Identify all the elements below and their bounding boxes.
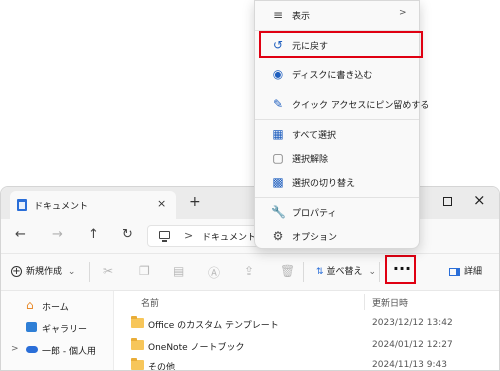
column-divider[interactable] (364, 294, 365, 310)
back-button[interactable]: ← (15, 227, 26, 243)
gear-icon: ⚙ (272, 229, 284, 243)
toolbar-divider (379, 262, 380, 282)
invert-selection-icon: ▩ (272, 175, 284, 189)
up-button[interactable]: ↑ (88, 227, 99, 243)
sidebar-item-label: ホーム (42, 303, 69, 313)
column-header-date[interactable]: 更新日時 (372, 296, 408, 309)
rename-icon[interactable]: Ⓐ (208, 264, 220, 281)
file-row[interactable]: その他 2024/11/13 9:43 (114, 355, 499, 371)
menu-item-label: ディスクに書き込む (292, 71, 373, 81)
menu-separator (255, 197, 419, 198)
file-explorer-window: ドキュメント × + × ← → ↑ ↻ > ドキュメント > +新規作成 ⌄ … (0, 186, 500, 371)
file-row[interactable]: OneNote ノートブック 2024/01/12 12:27 (114, 335, 499, 357)
chevron-right-icon[interactable]: > (11, 344, 19, 354)
folder-icon (131, 316, 144, 328)
file-row[interactable]: Office のカスタム テンプレート 2023/12/12 13:42 (114, 313, 499, 335)
menu-item-label: 選択解除 (292, 155, 329, 165)
folder-icon (131, 358, 144, 370)
file-name: その他 (148, 363, 176, 371)
sort-button-label: 並べ替え (326, 267, 363, 277)
chevron-right-icon: > (399, 8, 407, 18)
sort-icon: ⇅ (316, 267, 324, 277)
new-button-label: 新規作成 (26, 267, 63, 277)
wrench-icon: 🔧 (271, 205, 286, 219)
plus-icon: + (11, 266, 22, 277)
forward-button[interactable]: → (52, 227, 63, 243)
file-date: 2023/12/12 13:42 (372, 318, 453, 328)
sidebar-item-onedrive[interactable]: > 一郎 - 個人用 (1, 339, 113, 361)
column-header-name[interactable]: 名前 (141, 296, 159, 309)
menu-item-pin[interactable]: ✎ クイック アクセスにピン留めする (259, 92, 429, 116)
copy-icon[interactable]: ❐ (139, 264, 150, 278)
details-pane-icon (449, 267, 460, 276)
cut-icon[interactable]: ✂ (103, 264, 113, 278)
menu-item-invert-selection[interactable]: ▩ 選択の切り替え (259, 170, 415, 194)
menu-item-options[interactable]: ⚙ オプション (259, 224, 415, 248)
new-tab-button[interactable]: + (189, 195, 201, 209)
sidebar-item-label: 一郎 - 個人用 (42, 347, 96, 357)
file-name: OneNote ノートブック (148, 343, 245, 353)
navigation-bar: ← → ↑ ↻ > ドキュメント > (1, 219, 499, 253)
details-pane-button[interactable]: 詳細 (449, 264, 482, 277)
file-date: 2024/11/13 9:43 (372, 360, 447, 370)
maximize-icon[interactable] (443, 197, 452, 206)
onedrive-cloud-icon (26, 346, 38, 353)
menu-item-burn[interactable]: ◉ ディスクに書き込む (259, 62, 415, 86)
select-none-icon: ▢ (272, 151, 284, 165)
menu-item-label: オプション (292, 233, 338, 243)
menu-item-label: クイック アクセスにピン留めする (292, 101, 430, 111)
sidebar-item-home[interactable]: ⌂ ホーム (1, 295, 113, 317)
file-name: Office のカスタム テンプレート (148, 321, 279, 331)
pin-icon: ✎ (272, 97, 284, 111)
menu-item-label: すべて選択 (292, 131, 337, 141)
close-tab-icon[interactable]: × (157, 197, 166, 210)
breadcrumb-separator[interactable]: > (184, 229, 193, 242)
disc-icon: ◉ (272, 67, 284, 81)
menu-separator (255, 119, 419, 120)
paste-icon[interactable]: ▤ (173, 264, 184, 278)
home-icon: ⌂ (26, 298, 34, 312)
menu-item-label: 選択の切り替え (292, 179, 356, 189)
file-date: 2024/01/12 12:27 (372, 340, 453, 350)
new-button[interactable]: + 新規作成 ⌄ (11, 264, 75, 277)
title-bar: ドキュメント × + × (1, 187, 499, 219)
tab-title: ドキュメント (34, 202, 89, 212)
share-icon[interactable]: ⇪ (244, 264, 254, 278)
view-icon: ≡ (272, 8, 284, 22)
menu-item-view[interactable]: ≡ 表示 > (259, 3, 415, 27)
undo-highlight (259, 31, 423, 58)
tab-documents[interactable]: ドキュメント × (10, 191, 176, 219)
file-list: 名前 更新日時 Office のカスタム テンプレート 2023/12/12 1… (114, 291, 499, 371)
see-more-highlight (385, 255, 416, 284)
menu-item-label: プロパティ (292, 209, 337, 219)
breadcrumb-documents[interactable]: ドキュメント (202, 230, 256, 243)
navigation-pane: ⌂ ホーム ギャラリー > 一郎 - 個人用 (1, 291, 114, 370)
refresh-button[interactable]: ↻ (122, 227, 133, 243)
menu-item-label: 表示 (292, 12, 311, 22)
folder-icon (131, 338, 144, 350)
toolbar-divider (303, 262, 304, 282)
documents-icon (17, 199, 27, 211)
menu-item-properties[interactable]: 🔧 プロパティ (259, 200, 415, 224)
sidebar-item-label: ギャラリー (42, 325, 88, 335)
sidebar-item-gallery[interactable]: ギャラリー (1, 317, 113, 339)
sort-button[interactable]: ⇅ 並べ替え ⌄ (316, 264, 376, 277)
gallery-icon (26, 322, 37, 332)
chevron-down-icon: ⌄ (368, 267, 376, 277)
menu-item-select-none[interactable]: ▢ 選択解除 (259, 146, 415, 170)
chevron-down-icon: ⌄ (67, 267, 76, 277)
close-window-icon[interactable]: × (473, 191, 486, 209)
menu-item-select-all[interactable]: ▦ すべて選択 (259, 122, 415, 146)
command-bar: + 新規作成 ⌄ ✂ ❐ ▤ Ⓐ ⇪ 🗑 ⇅ 並べ替え ⌄ ··· 詳細 (1, 253, 499, 291)
this-pc-icon (159, 231, 170, 242)
details-label: 詳細 (464, 267, 483, 277)
toolbar-divider (89, 262, 90, 282)
delete-icon[interactable]: 🗑 (280, 264, 295, 278)
select-all-icon: ▦ (272, 127, 284, 141)
